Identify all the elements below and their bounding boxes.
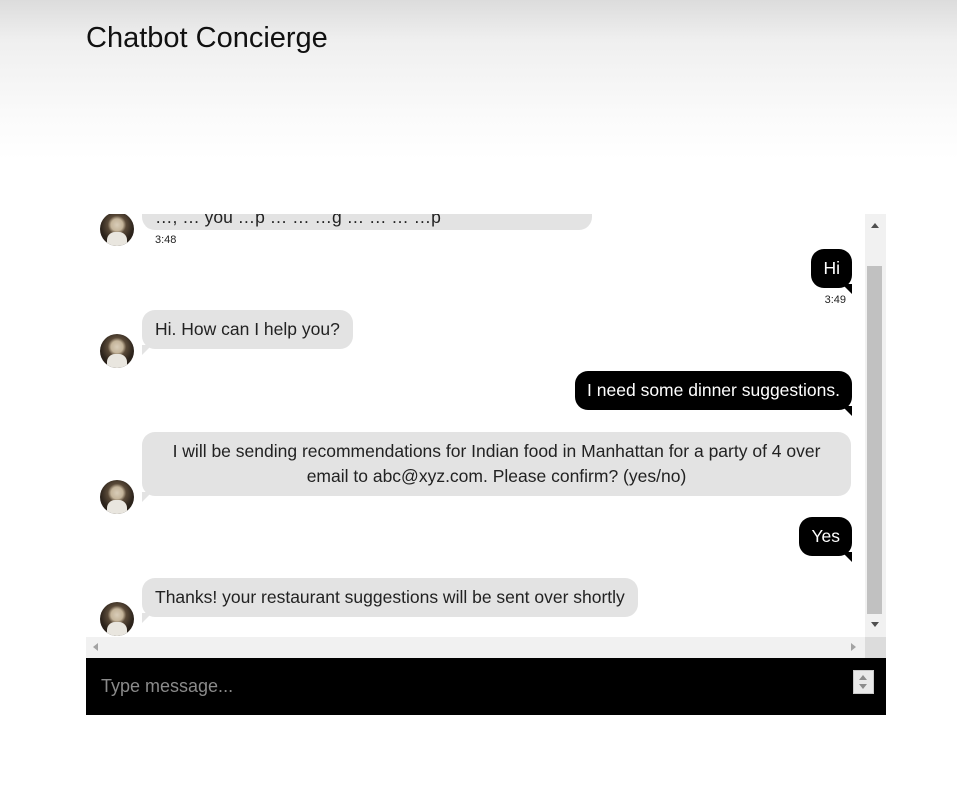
scroll-up-arrow-icon[interactable] <box>871 223 879 228</box>
user-message-text: Hi <box>823 258 840 278</box>
spin-down-icon[interactable] <box>859 684 867 689</box>
spin-up-icon[interactable] <box>859 675 867 680</box>
scroll-right-arrow-icon[interactable] <box>851 643 856 651</box>
bot-avatar <box>100 602 134 636</box>
bot-bubble: Hi. How can I help you? <box>142 310 353 355</box>
bot-bubble: …, … you …p … … …g … … … …p <box>142 214 592 230</box>
user-bubble: I need some dinner suggestions. <box>575 371 852 416</box>
scrollbar-corner <box>865 637 886 658</box>
number-spinner[interactable] <box>853 670 874 694</box>
bot-avatar <box>100 480 134 514</box>
bot-message-text: Hi. How can I help you? <box>155 319 340 339</box>
user-message-text: I need some dinner suggestions. <box>587 380 840 400</box>
user-message: Hi 3:49 <box>86 249 865 309</box>
user-message: I need some dinner suggestions. <box>86 371 865 421</box>
page-title: Chatbot Concierge <box>86 22 328 54</box>
vertical-scrollbar[interactable] <box>865 214 886 637</box>
user-bubble: Hi <box>811 249 852 294</box>
message-list[interactable]: …, … you …p … … …g … … … …p 3:48 Hi 3:49… <box>86 214 865 637</box>
user-message-text: Yes <box>811 526 840 546</box>
scroll-down-arrow-icon[interactable] <box>871 622 879 627</box>
bot-bubble: Thanks! your restaurant suggestions will… <box>142 578 638 623</box>
bot-message-text: I will be sending recommendations for In… <box>172 441 821 486</box>
horizontal-scrollbar[interactable] <box>86 637 865 658</box>
bot-avatar <box>100 334 134 368</box>
bot-message: Hi. How can I help you? <box>86 310 865 370</box>
scroll-left-arrow-icon[interactable] <box>93 643 98 651</box>
bot-message: Thanks! your restaurant suggestions will… <box>86 578 865 637</box>
vertical-scrollbar-thumb[interactable] <box>867 266 882 614</box>
user-bubble: Yes <box>799 517 852 562</box>
bot-message-text: …, … you …p … … …g … … … …p <box>155 214 441 227</box>
bot-bubble: I will be sending recommendations for In… <box>142 432 851 502</box>
bot-message-text: Thanks! your restaurant suggestions will… <box>155 587 625 607</box>
bot-message: I will be sending recommendations for In… <box>86 432 865 522</box>
message-timestamp: 3:48 <box>155 234 177 246</box>
message-input[interactable] <box>86 658 846 715</box>
bot-avatar <box>100 214 134 246</box>
message-composer <box>86 658 886 715</box>
message-timestamp: 3:49 <box>824 294 846 306</box>
chat-window: …, … you …p … … …g … … … …p 3:48 Hi 3:49… <box>86 214 886 658</box>
user-message: Yes <box>86 517 865 567</box>
bot-message: …, … you …p … … …g … … … …p 3:48 <box>86 214 865 254</box>
